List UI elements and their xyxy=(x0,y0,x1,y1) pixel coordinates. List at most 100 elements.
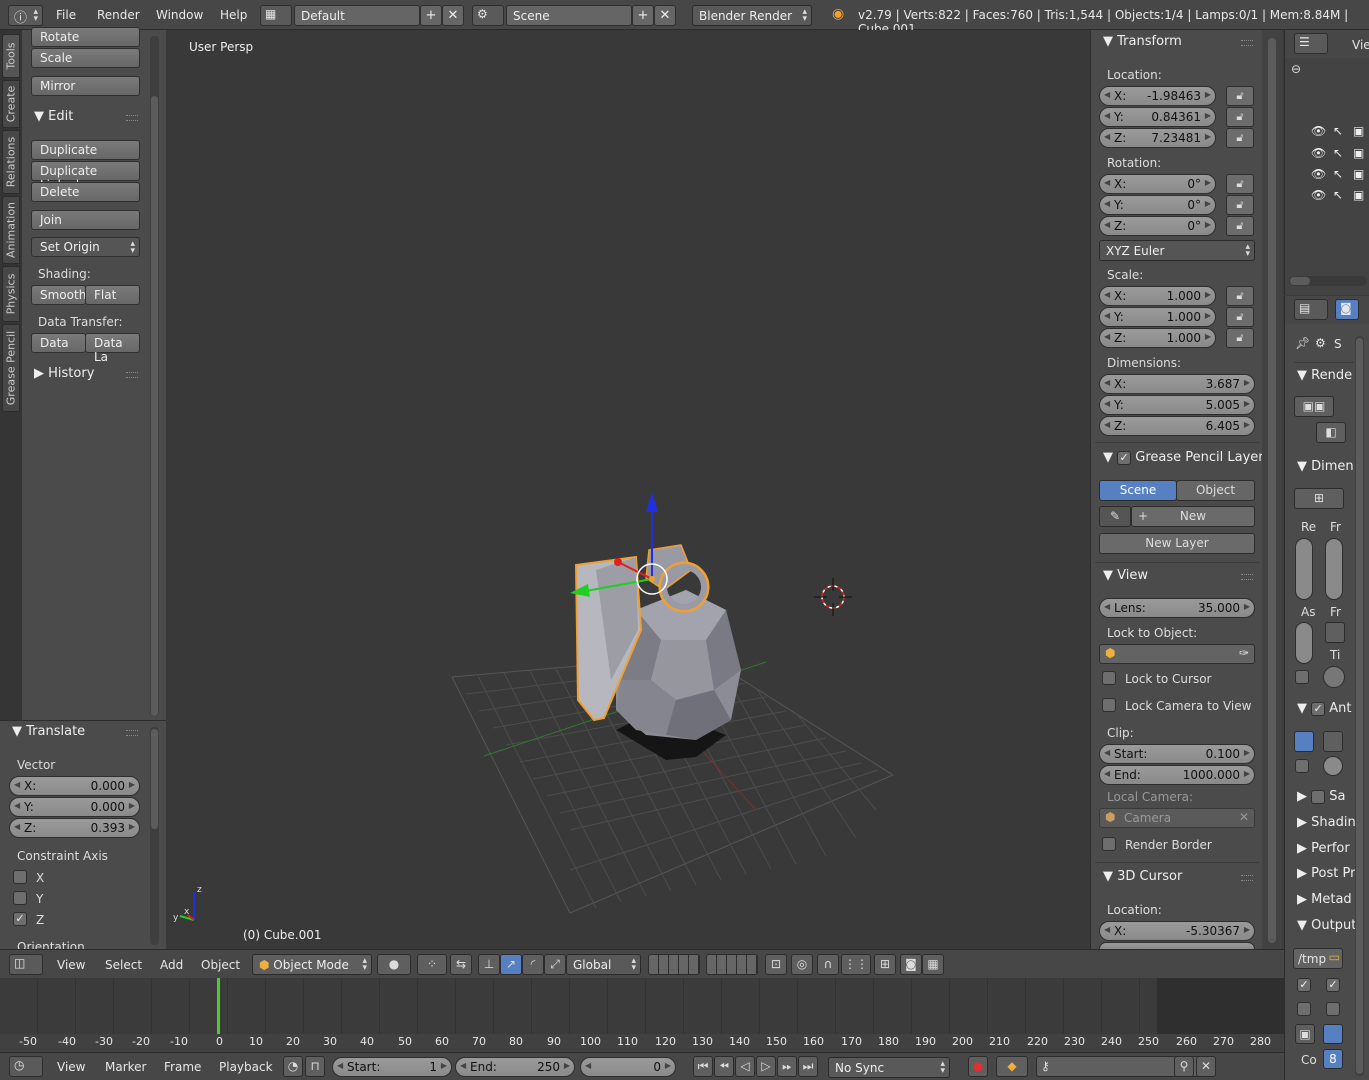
lock-location-y-button[interactable]: 🔓︎ xyxy=(1226,107,1254,127)
sync-mode-dropdown[interactable]: No Sync ▴ ▾ xyxy=(828,1057,950,1078)
layers-group-1[interactable] xyxy=(648,954,700,975)
proportional-editing-button[interactable]: ◎ xyxy=(791,954,813,975)
cursor-x-field[interactable]: ◀ X: -5.30367 ▶ xyxy=(1099,921,1255,941)
insert-keyframe-button[interactable]: ⚲ xyxy=(1174,1056,1194,1077)
lock-scale-y-button[interactable]: 🔓︎ xyxy=(1226,307,1254,327)
metadata-panel-header[interactable]: ▶ Metad xyxy=(1297,892,1352,907)
menu-render[interactable]: Render xyxy=(97,8,140,22)
dimension-z-field[interactable]: ◀ Z: 6.405 ▶ xyxy=(1099,416,1255,436)
post-processing-panel-header[interactable]: ▶ Post Pr xyxy=(1297,866,1355,881)
data-button[interactable]: Data xyxy=(31,333,86,353)
join-button[interactable]: Join xyxy=(31,210,140,230)
remove-layout-button[interactable]: ✕ xyxy=(442,5,464,26)
lens-field[interactable]: ◀ Lens: 35.000 ▶ xyxy=(1099,598,1255,618)
output-panel-header[interactable]: ▼ Output xyxy=(1297,918,1356,933)
jump-keyframe-forward-button[interactable]: ⏩︎ xyxy=(777,1056,797,1077)
tab-create[interactable]: Create xyxy=(2,80,20,128)
properties-scrollbar[interactable] xyxy=(1262,30,1282,949)
render-icon[interactable]: ▣ xyxy=(1353,188,1364,202)
snap-toggle[interactable]: ∩ xyxy=(817,954,839,975)
jump-end-button[interactable]: ⏭︎ xyxy=(798,1056,818,1077)
eye-icon[interactable]: 👁︎ xyxy=(1311,124,1326,138)
rotate-button[interactable]: Rotate xyxy=(31,27,140,47)
tab-tools[interactable]: Tools xyxy=(2,34,20,78)
menu-select[interactable]: Select xyxy=(105,958,142,972)
opengl-render-button[interactable]: ◙ xyxy=(900,954,922,975)
manipulate-center-button[interactable]: ⇆ xyxy=(450,954,472,975)
gp-browse-button[interactable]: ✎ xyxy=(1099,506,1131,527)
end-frame-field[interactable]: ◀ End: 250 ▶ xyxy=(455,1057,575,1077)
render-engine-dropdown[interactable]: Blender Render ▴ ▾ xyxy=(692,5,812,26)
scrollbar-thumb[interactable] xyxy=(151,96,158,716)
current-frame-field[interactable]: ◀ 0 ▶ xyxy=(580,1057,676,1077)
properties-editor-scrollbar[interactable] xyxy=(1355,336,1364,1076)
snap-target-button[interactable]: ⊞ xyxy=(874,954,896,975)
vector-y-field[interactable]: ◀ Y: 0.000 ▶ xyxy=(9,797,140,817)
menu-frame[interactable]: Frame xyxy=(164,1060,201,1074)
aa-size-field[interactable] xyxy=(1323,756,1343,776)
current-frame-indicator[interactable] xyxy=(217,978,220,1034)
eyedropper-icon[interactable]: ✑ xyxy=(1239,646,1249,660)
view-panel-header[interactable]: ▼ View xyxy=(1103,568,1148,583)
collapse-icon[interactable]: ⊖ xyxy=(1291,62,1301,76)
grip-icon[interactable] xyxy=(1241,574,1253,580)
clip-start-field[interactable]: ◀ Start: 0.100 ▶ xyxy=(1099,744,1255,764)
scrollbar-thumb[interactable] xyxy=(1356,338,1363,1074)
lock-rotation-z-button[interactable]: 🔓︎ xyxy=(1226,216,1254,236)
scene-browse-button[interactable]: ⚙ xyxy=(472,5,504,26)
gp-new-button[interactable]: + New xyxy=(1131,506,1255,527)
interaction-mode-dropdown[interactable]: ⬢ Object Mode ▴ ▾ xyxy=(252,954,372,975)
vector-z-field[interactable]: ◀ Z: 0.393 ▶ xyxy=(9,818,140,838)
play-reverse-button[interactable]: ◁ xyxy=(735,1056,755,1077)
color-mode-button[interactable] xyxy=(1323,1024,1343,1044)
dimension-y-field[interactable]: ◀ Y: 5.005 ▶ xyxy=(1099,395,1255,415)
output-path-field[interactable]: /tmp ▭ xyxy=(1293,948,1343,969)
render-panel-header[interactable]: ▼ Rende xyxy=(1297,368,1352,383)
close-icon[interactable]: ✕ xyxy=(1239,810,1249,824)
eye-icon[interactable]: 👁︎ xyxy=(1311,167,1326,181)
pivot-point-dropdown[interactable]: ⁘ xyxy=(417,954,447,975)
frame-range-fields[interactable] xyxy=(1325,538,1343,600)
full-sample-checkbox[interactable] xyxy=(1295,759,1309,773)
menu-playback[interactable]: Playback xyxy=(219,1060,273,1074)
scale-x-field[interactable]: ◀ X: 1.000 ▶ xyxy=(1099,286,1216,306)
tab-animation[interactable]: Animation xyxy=(2,196,20,264)
lock-rotation-y-button[interactable]: 🔓︎ xyxy=(1226,195,1254,215)
translate-manipulator-button[interactable]: ↗ xyxy=(500,954,522,975)
eye-icon[interactable]: 👁︎ xyxy=(1311,146,1326,160)
lock-layers-button[interactable]: ⊡ xyxy=(765,954,787,975)
lock-scale-x-button[interactable]: 🔓︎ xyxy=(1226,286,1254,306)
timeline-area[interactable] xyxy=(0,978,1284,1034)
editor-type-button[interactable]: ⓘ ▴ ▾ xyxy=(8,5,43,26)
duplicate-linked-button[interactable]: Duplicate Linked xyxy=(31,161,140,192)
grip-icon[interactable] xyxy=(1241,40,1253,46)
outliner-view-menu[interactable]: View xyxy=(1352,38,1369,52)
cursor-y-field[interactable] xyxy=(1099,942,1255,949)
scale-y-field[interactable]: ◀ Y: 1.000 ▶ xyxy=(1099,307,1216,327)
editor-type-button[interactable]: ◫ xyxy=(9,954,43,975)
editor-type-button[interactable]: ◷ xyxy=(9,1056,43,1077)
menu-window[interactable]: Window xyxy=(156,8,203,22)
lock-to-cursor-checkbox[interactable] xyxy=(1102,671,1116,685)
viewport-scene[interactable]: z y x xyxy=(166,30,1090,949)
vector-x-field[interactable]: ◀ X: 0.000 ▶ xyxy=(9,776,140,796)
rotation-x-field[interactable]: ◀ X: 0° ▶ xyxy=(1099,174,1216,194)
play-button[interactable]: ▷ xyxy=(756,1056,776,1077)
layout-name-field[interactable]: Default xyxy=(294,5,420,26)
outliner-editor-button[interactable]: ☰ xyxy=(1294,33,1328,54)
edit-panel-header[interactable]: ▼ Edit xyxy=(34,109,73,124)
render-display-button[interactable]: ◧ xyxy=(1316,422,1346,443)
remove-scene-button[interactable]: ✕ xyxy=(654,5,676,26)
rotation-mode-dropdown[interactable]: XYZ Euler ▴ ▾ xyxy=(1099,240,1255,261)
scrollbar-thumb[interactable] xyxy=(1290,277,1310,285)
cache-result-checkbox[interactable] xyxy=(1326,1002,1340,1016)
motion-blur-checkbox[interactable] xyxy=(1311,789,1326,804)
3d-cursor-panel-header[interactable]: ▼ 3D Cursor xyxy=(1103,869,1182,884)
scrollbar-thumb[interactable] xyxy=(1268,38,1276,943)
border-checkbox[interactable] xyxy=(1295,670,1309,684)
jump-start-button[interactable]: ⏮︎ xyxy=(693,1056,713,1077)
add-layout-button[interactable]: + xyxy=(420,5,442,26)
transform-orientation-dropdown[interactable]: Global ▴ ▾ xyxy=(566,954,641,975)
lock-camera-checkbox[interactable] xyxy=(1102,698,1116,712)
scrollbar-thumb[interactable] xyxy=(151,729,158,829)
